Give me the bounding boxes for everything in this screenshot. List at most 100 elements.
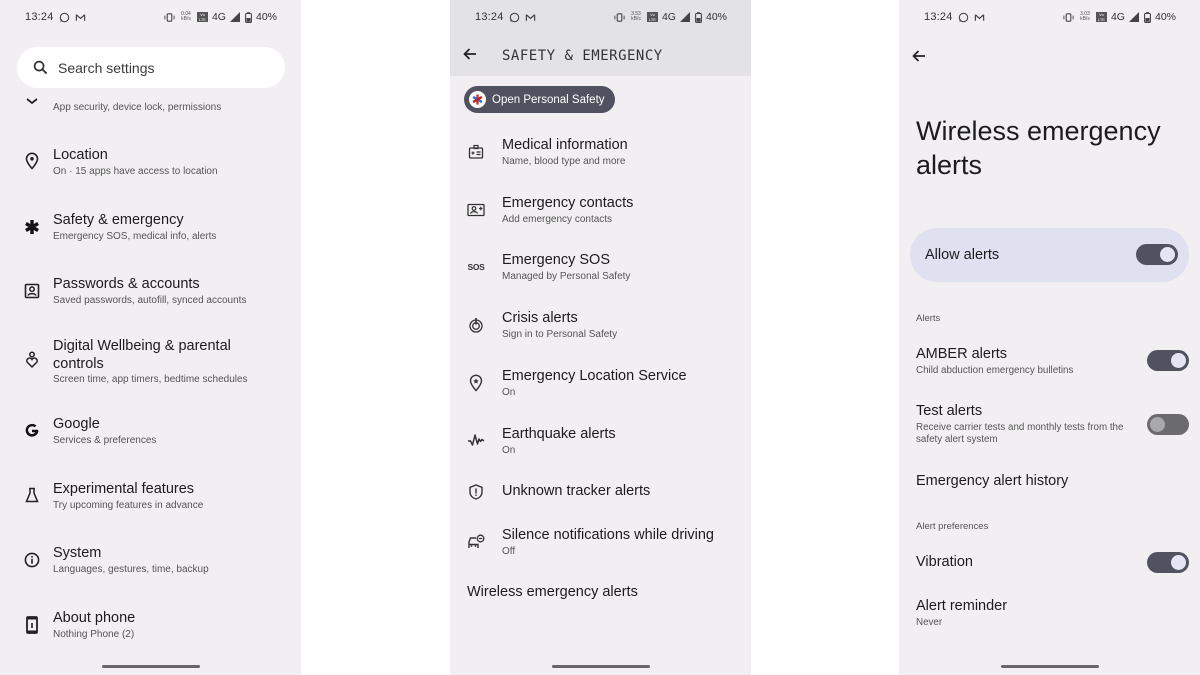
whatsapp-icon — [509, 12, 520, 23]
status-time: 13:24 — [475, 11, 504, 23]
safety-item-wireless-emergency-alerts[interactable]: Wireless emergency alerts — [467, 584, 638, 600]
safety-item-title: Emergency contacts — [502, 195, 634, 211]
status-bar: 13:24 0.04 kB/s Vo LTE 4G 40% — [0, 0, 301, 34]
safety-item-sub: Name, blood type and more — [502, 156, 626, 167]
amber-alerts-toggle[interactable] — [1147, 350, 1189, 371]
battery-percent: 40% — [705, 11, 727, 23]
open-personal-safety-button[interactable]: Open Personal Safety — [464, 86, 615, 113]
status-time: 13:24 — [25, 11, 54, 23]
settings-item-sub: Nothing Phone (2) — [53, 629, 135, 640]
safety-item-title: Crisis alerts — [502, 310, 578, 326]
amber-alerts-title: AMBER alerts — [916, 346, 1008, 362]
chevron-down-icon — [23, 92, 41, 110]
battery-percent: 40% — [1154, 11, 1176, 23]
toggle-knob — [1171, 555, 1186, 570]
status-bar: 13:24 3.03 kB/s Vo LTE 4G 40% — [899, 0, 1200, 34]
whatsapp-icon — [59, 12, 70, 23]
status-bar: 13:24 3.53 kB/s Vo LTE 4G 40% — [450, 0, 751, 34]
settings-item-title-line2: controls — [53, 356, 104, 372]
settings-item-title-line1: Digital Wellbeing & parental — [53, 338, 231, 354]
settings-item-title: Experimental features — [53, 481, 195, 497]
account-box-icon — [23, 282, 41, 300]
safety-item-sub: On — [502, 445, 516, 456]
location-star-icon — [467, 374, 485, 392]
vibrate-icon — [164, 12, 175, 23]
allow-alerts-label: Allow alerts — [925, 247, 1000, 263]
signal-icon — [229, 11, 241, 23]
safety-emergency-screen: SAFETY & EMERGENCY 13:24 3.53 kB/s Vo LTE … — [450, 0, 751, 675]
vibrate-icon — [1063, 12, 1074, 23]
safety-item-sub: On — [502, 387, 516, 398]
personal-safety-logo-icon — [469, 91, 486, 108]
section-header-alerts: Alerts — [916, 313, 941, 324]
settings-item-title: About phone — [53, 610, 136, 626]
safety-item-sub: Off — [502, 546, 516, 557]
allow-alerts-toggle[interactable] — [1136, 244, 1178, 265]
alert-reminder-title: Alert reminder — [916, 598, 1008, 614]
settings-item-title: Passwords & accounts — [53, 276, 200, 292]
phone-icon — [23, 616, 41, 634]
alert-reminder-sub: Never — [916, 617, 943, 628]
medical-id-icon — [467, 143, 485, 161]
gesture-nav-bar[interactable] — [1000, 665, 1099, 668]
location-pin-icon — [23, 152, 41, 170]
page-title: Wireless emergency alerts — [916, 116, 1161, 180]
settings-screen: 13:24 0.04 kB/s Vo LTE 4G 40% Search setti… — [0, 0, 301, 675]
toggle-knob — [1160, 247, 1175, 262]
test-alerts-toggle[interactable] — [1147, 414, 1189, 435]
safety-item-sub: Add emergency contacts — [502, 214, 613, 225]
search-settings-bar[interactable]: Search settings — [17, 47, 285, 88]
settings-item-title: Location — [53, 147, 108, 163]
settings-item-sub: Languages, gestures, time, backup — [53, 564, 209, 575]
search-placeholder: Search settings — [58, 59, 155, 76]
settings-item-sub: App security, device lock, permissions — [53, 102, 222, 113]
battery-icon — [245, 11, 252, 23]
search-icon — [33, 60, 48, 75]
battery-percent: 40% — [255, 11, 277, 23]
toggle-knob — [1171, 353, 1186, 368]
settings-item-sub: Try upcoming features in advance — [53, 500, 204, 511]
signal-icon — [679, 11, 691, 23]
back-arrow-icon[interactable] — [462, 46, 478, 62]
wellbeing-icon — [23, 351, 41, 369]
settings-item-title: Safety & emergency — [53, 212, 184, 228]
emergency-alert-history-title: Emergency alert history — [916, 473, 1069, 489]
gmail-icon — [525, 12, 536, 23]
volte-icon: Vo LTE — [196, 12, 208, 22]
page-title: SAFETY & EMERGENCY — [502, 48, 663, 64]
settings-item-sub: On · 15 apps have access to location — [53, 166, 218, 177]
amber-alerts-sub: Child abduction emergency bulletins — [916, 365, 1074, 376]
settings-item-sub: Saved passwords, autofill, synced accoun… — [53, 295, 247, 306]
net-speed: 3.03 kB/s — [1080, 11, 1090, 22]
shield-alert-icon — [467, 483, 485, 501]
gesture-nav-bar[interactable] — [551, 665, 650, 668]
network-type: 4G — [1110, 11, 1125, 23]
back-arrow-icon[interactable] — [911, 48, 927, 64]
safety-item-sub: Sign in to Personal Safety — [502, 329, 618, 340]
vibration-toggle[interactable] — [1147, 552, 1189, 573]
safety-item-sub: Managed by Personal Safety — [502, 271, 631, 282]
earthquake-icon — [467, 431, 485, 449]
flask-icon — [23, 486, 41, 504]
network-type: 4G — [661, 11, 676, 23]
sos-icon: SOS — [467, 262, 485, 272]
settings-item-sub: Emergency SOS, medical info, alerts — [53, 231, 217, 242]
signal-icon — [1128, 11, 1140, 23]
vibration-title: Vibration — [916, 554, 973, 570]
safety-item-title: Unknown tracker alerts — [502, 483, 651, 499]
settings-item-title: System — [53, 545, 102, 561]
whatsapp-icon — [958, 12, 969, 23]
wireless-emergency-alerts-screen: 13:24 3.03 kB/s Vo LTE 4G 40% Wireless eme… — [899, 0, 1200, 675]
toggle-knob — [1150, 417, 1165, 432]
gmail-icon — [75, 12, 86, 23]
gmail-icon — [974, 12, 985, 23]
safety-item-title: Earthquake alerts — [502, 426, 616, 442]
allow-alerts-card[interactable]: Allow alerts — [910, 228, 1189, 282]
info-icon — [23, 551, 41, 569]
crisis-alert-icon — [467, 316, 485, 334]
settings-item-sub: Services & preferences — [53, 435, 157, 446]
battery-icon — [1144, 11, 1151, 23]
contact-add-icon — [467, 201, 485, 219]
gesture-nav-bar[interactable] — [101, 665, 200, 668]
settings-item-sub: Screen time, app timers, bedtime schedul… — [53, 374, 248, 385]
